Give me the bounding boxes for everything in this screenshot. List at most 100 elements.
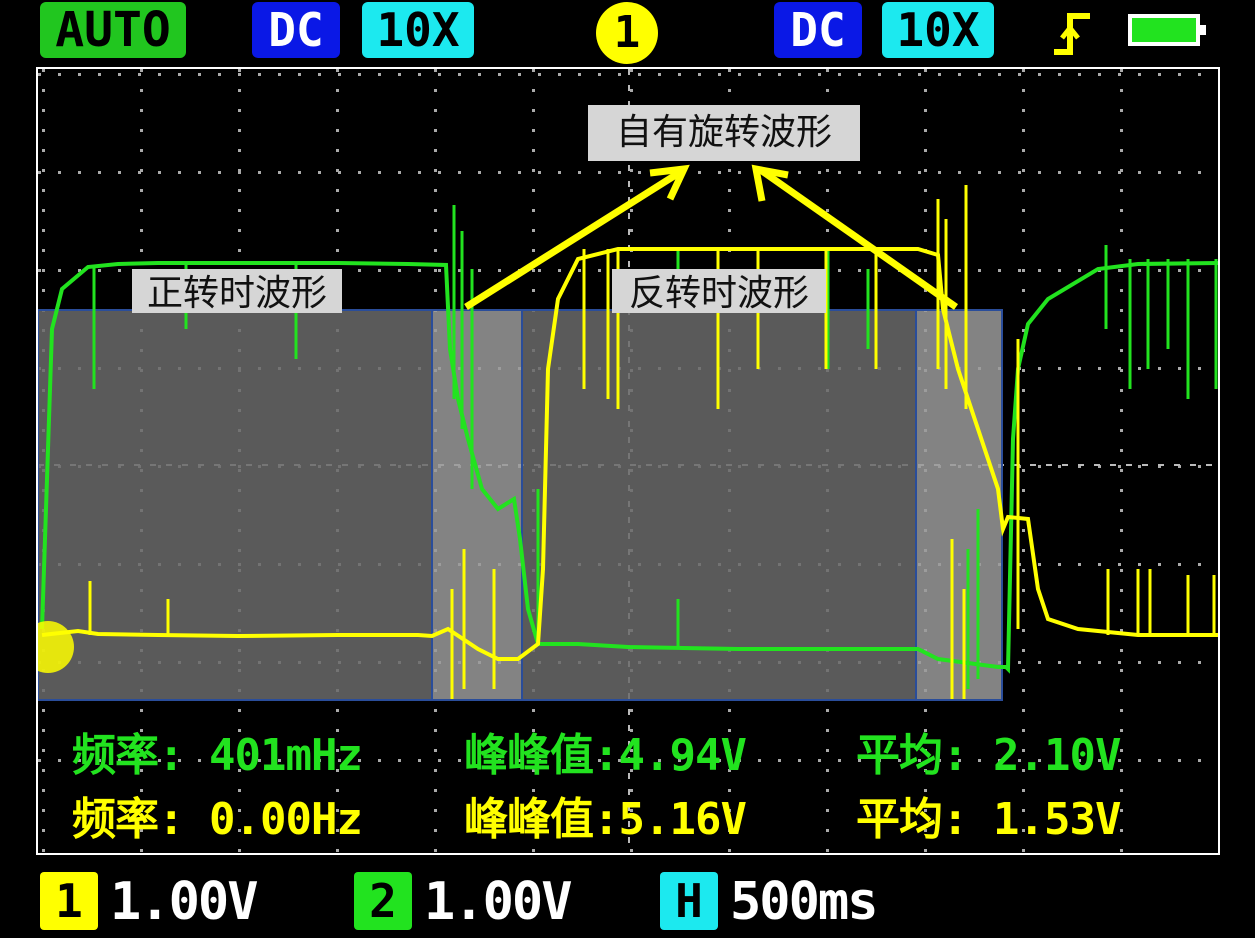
- grid-dot: [728, 709, 731, 712]
- rising-edge-icon[interactable]: [1052, 8, 1092, 58]
- grid-dot: [42, 729, 45, 732]
- grid-dot: [838, 171, 841, 174]
- grid-dot: [42, 149, 45, 152]
- grid-dot: [1120, 729, 1123, 732]
- timebase-value[interactable]: 500ms: [730, 872, 879, 932]
- grid-dot: [78, 171, 81, 174]
- grid-dot: [1038, 661, 1041, 664]
- ch2-volts-per-div[interactable]: 1.00V: [424, 872, 573, 932]
- grid-dot: [826, 209, 829, 212]
- grid-dot: [298, 171, 301, 174]
- grid-dot: [218, 73, 221, 76]
- grid-dot: [336, 229, 339, 232]
- grid-dot: [1178, 269, 1181, 272]
- grid-dot: [858, 269, 861, 272]
- grid-dot: [1120, 369, 1123, 372]
- grid-dot: [1098, 73, 1101, 76]
- grid-dot: [198, 171, 201, 174]
- grid-dot: [728, 169, 731, 172]
- grid-dot: [198, 73, 201, 76]
- grid-dot: [434, 709, 437, 712]
- grid-dot: [1158, 759, 1161, 762]
- grid-dot: [630, 69, 633, 72]
- grid-dot: [1058, 367, 1061, 370]
- grid-dot: [398, 171, 401, 174]
- grid-dot: [1022, 469, 1025, 472]
- ch2-probe-badge[interactable]: 10X: [882, 2, 994, 58]
- grid-dot: [336, 169, 339, 172]
- grid-dot: [826, 189, 829, 192]
- grid-dot: [42, 769, 45, 772]
- grid-dot: [278, 73, 281, 76]
- timebase-chip[interactable]: H: [660, 872, 718, 930]
- grid-dot: [238, 249, 241, 252]
- trigger-mode-badge[interactable]: AUTO: [40, 2, 186, 58]
- grid-dot: [1158, 269, 1161, 272]
- ch2-average: 平均: 2.10V: [856, 730, 1121, 781]
- grid-dot: [140, 209, 143, 212]
- grid-dot: [434, 69, 437, 72]
- grid-dot: [140, 849, 143, 852]
- grid-dot: [178, 73, 181, 76]
- grid-dot: [1022, 569, 1025, 572]
- grid-dot: [42, 229, 45, 232]
- grid-dot: [238, 709, 241, 712]
- grid-dot: [1198, 73, 1201, 76]
- grid-dot: [1078, 73, 1081, 76]
- trigger-channel-marker[interactable]: 1: [596, 2, 658, 64]
- grid-dot: [818, 759, 821, 762]
- grid-dot: [1022, 189, 1025, 192]
- grid-dot: [924, 149, 927, 152]
- grid-dot: [538, 269, 541, 272]
- grid-dot: [858, 171, 861, 174]
- waveform-display[interactable]: 自有旋转波形 正转时波形 反转时波形 频率: 401mHz 峰峰值:4.94V …: [36, 67, 1220, 855]
- grid-dot: [38, 269, 41, 272]
- grid-dot: [298, 73, 301, 76]
- grid-dot: [42, 209, 45, 212]
- grid-dot: [336, 109, 339, 112]
- grid-dot: [458, 73, 461, 76]
- grid-dot: [434, 149, 437, 152]
- grid-dot: [1158, 367, 1161, 370]
- grid-dot: [438, 73, 441, 76]
- grid-dot: [358, 171, 361, 174]
- grid-dot: [798, 759, 801, 762]
- grid-dot: [838, 269, 841, 272]
- grid-dot: [1022, 89, 1025, 92]
- grid-dot: [458, 171, 461, 174]
- ch2-scale-chip[interactable]: 2: [354, 872, 412, 930]
- grid-dot: [532, 89, 535, 92]
- grid-dot: [438, 269, 441, 272]
- grid-dot: [1022, 289, 1025, 292]
- grid-dot: [532, 129, 535, 132]
- grid-dot: [434, 169, 437, 172]
- grid-dot: [1178, 73, 1181, 76]
- grid-dot: [924, 89, 927, 92]
- ch1-probe-badge[interactable]: 10X: [362, 2, 474, 58]
- ch1-volts-per-div[interactable]: 1.00V: [110, 872, 259, 932]
- grid-dot: [818, 171, 821, 174]
- grid-dot: [532, 289, 535, 292]
- grid-dot: [728, 89, 731, 92]
- grid-dot: [1120, 229, 1123, 232]
- grid-dot: [938, 73, 941, 76]
- grid-dot: [1022, 429, 1025, 432]
- grid-dot: [434, 849, 437, 852]
- grid-dot: [434, 789, 437, 792]
- grid-dot: [42, 809, 45, 812]
- grid-dot: [630, 209, 633, 212]
- ch2-coupling-badge[interactable]: DC: [774, 2, 862, 58]
- grid-dot: [434, 269, 437, 272]
- grid-dot: [336, 189, 339, 192]
- grid-dot: [140, 169, 143, 172]
- ch1-coupling-badge[interactable]: DC: [252, 2, 340, 58]
- grid-dot: [378, 759, 381, 762]
- grid-dot: [924, 269, 927, 272]
- grid-dot: [1198, 269, 1201, 272]
- grid-dot: [1120, 69, 1123, 72]
- grid-dot: [1022, 549, 1025, 552]
- forward-region-shade: [38, 310, 432, 700]
- ch1-scale-chip[interactable]: 1: [40, 872, 98, 930]
- grid-dot: [140, 129, 143, 132]
- grid-dot: [498, 171, 501, 174]
